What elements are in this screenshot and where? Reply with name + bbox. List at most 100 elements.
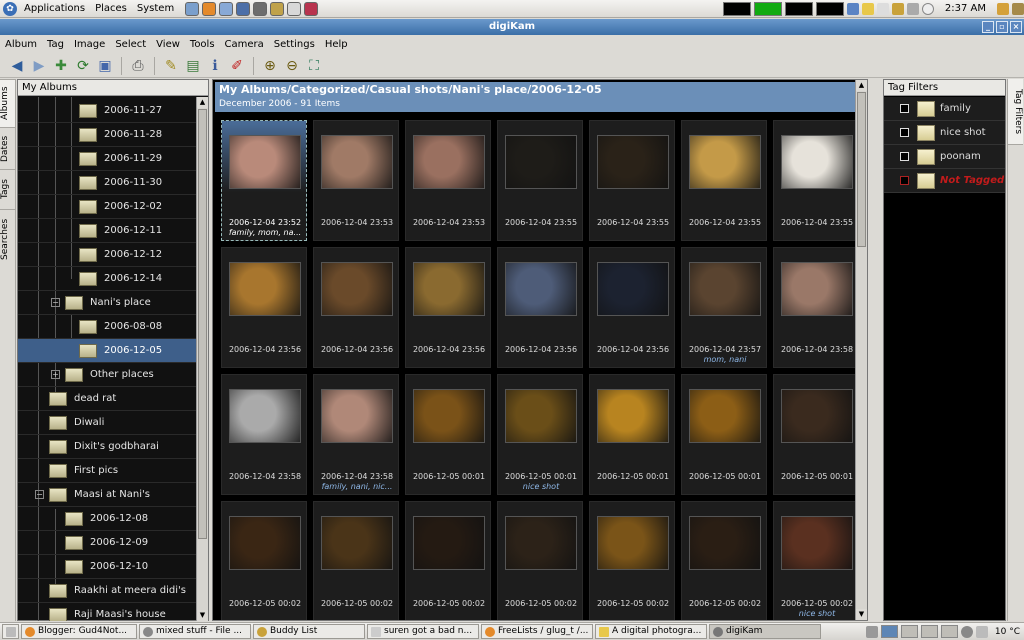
thumbnail-item[interactable]: 2006-12-05 00:01	[589, 374, 675, 495]
scroll-up-icon[interactable]: ▲	[856, 80, 867, 91]
album-item[interactable]: 2006-12-02	[18, 195, 197, 219]
screenshot-icon[interactable]	[287, 1, 302, 16]
photo-thumbnail[interactable]	[505, 389, 577, 443]
thumbnail-item[interactable]: 2006-12-05 00:02	[681, 501, 767, 620]
scrollbar-thumb[interactable]	[857, 92, 866, 247]
album-item[interactable]: − Nani's place	[18, 291, 197, 315]
thumbnail-item[interactable]: 2006-12-05 00:02	[589, 501, 675, 620]
album-item[interactable]: 2006-11-27	[18, 99, 197, 123]
photo-thumbnail[interactable]	[505, 262, 577, 316]
zoom-out-icon[interactable]: ⊖	[283, 57, 301, 75]
lock-icon[interactable]	[891, 2, 904, 15]
thumbnail-item[interactable]: 2006-12-04 23:58	[773, 247, 857, 368]
photo-thumbnail[interactable]	[413, 389, 485, 443]
thumbnail-item[interactable]: 2006-12-04 23:56	[589, 247, 675, 368]
back-icon[interactable]: ◀	[8, 57, 26, 75]
tag-checkbox[interactable]	[900, 152, 909, 161]
scroll-up-icon[interactable]: ▲	[197, 97, 208, 108]
photo-thumbnail[interactable]	[413, 516, 485, 570]
scrollbar-thumb[interactable]	[198, 109, 207, 539]
photo-thumbnail[interactable]	[597, 389, 669, 443]
package-icon[interactable]	[1012, 2, 1024, 15]
thumbnail-item[interactable]: 2006-12-04 23:57 mom, nani	[681, 247, 767, 368]
collapse-toggle[interactable]: −	[35, 490, 44, 499]
photo-thumbnail[interactable]	[413, 135, 485, 189]
photo-thumbnail[interactable]	[229, 516, 301, 570]
taskbar-item[interactable]: FreeLists / glug_t /...	[481, 624, 593, 639]
tag-filter-item[interactable]: family	[884, 97, 1005, 121]
taskbar-item[interactable]: A digital photogra...	[595, 624, 707, 639]
gnome-foot-icon[interactable]: ✿	[3, 1, 17, 16]
maximize-button[interactable]: ▫	[996, 21, 1008, 33]
refresh-icon[interactable]: ⟳	[74, 57, 92, 75]
photo-thumbnail[interactable]	[781, 135, 853, 189]
thumbnail-item[interactable]: 2006-12-04 23:56	[221, 247, 307, 368]
main-scrollbar[interactable]: ▲ ▼	[855, 80, 867, 620]
album-item[interactable]: 2006-12-08	[18, 507, 197, 531]
properties-icon[interactable]: ℹ	[206, 57, 224, 75]
taskbar-item[interactable]: suren got a bad n...	[367, 624, 479, 639]
thumbnail-item[interactable]: 2006-12-05 00:02	[313, 501, 399, 620]
photo-thumbnail[interactable]	[505, 516, 577, 570]
firefox-icon[interactable]	[202, 1, 217, 16]
tab-dates[interactable]: Dates	[0, 127, 15, 169]
taskbar-item-active[interactable]: digiKam	[709, 624, 821, 639]
thumbnail-item[interactable]: 2006-12-05 00:02	[497, 501, 583, 620]
album-item[interactable]: 2006-12-11	[18, 219, 197, 243]
photo-thumbnail[interactable]	[229, 135, 301, 189]
thumbnail-item[interactable]: 2006-12-05 00:01	[405, 374, 491, 495]
tag-checkbox[interactable]	[900, 104, 909, 113]
fullscreen-icon[interactable]: ⛶	[305, 57, 323, 75]
tag-filter-item[interactable]: nice shot	[884, 121, 1005, 145]
tab-albums[interactable]: Albums	[0, 79, 15, 127]
menu-view[interactable]: View	[151, 39, 185, 50]
user-icon[interactable]	[997, 2, 1009, 15]
menu-select[interactable]: Select	[110, 39, 151, 50]
expand-toggle[interactable]: +	[51, 370, 60, 379]
system-menu[interactable]: System	[132, 3, 179, 14]
thumbnail-item[interactable]: 2006-12-04 23:55	[497, 120, 583, 241]
menu-tag[interactable]: Tag	[42, 39, 69, 50]
album-item-selected[interactable]: 2006-12-05	[18, 339, 197, 363]
thumbnail-item[interactable]: 2006-12-04 23:55	[773, 120, 857, 241]
thumbnail-item[interactable]: 2006-12-05 00:02	[221, 501, 307, 620]
photo-thumbnail[interactable]	[597, 262, 669, 316]
photo-thumbnail[interactable]	[781, 516, 853, 570]
thumbnail-item[interactable]: 2006-12-05 00:01	[681, 374, 767, 495]
thumbnail-item[interactable]: 2006-12-04 23:56	[405, 247, 491, 368]
photo-thumbnail[interactable]	[321, 262, 393, 316]
applications-menu[interactable]: Applications	[19, 3, 90, 14]
thumbnail-item[interactable]: 2006-12-04 23:55	[589, 120, 675, 241]
tab-tags[interactable]: Tags	[0, 169, 15, 209]
album-item[interactable]: 2006-12-09	[18, 531, 197, 555]
photo-thumbnail[interactable]	[505, 135, 577, 189]
workspace-2[interactable]	[900, 625, 918, 638]
thumbnail-item[interactable]: 2006-12-05 00:02 nice shot	[773, 501, 857, 620]
menu-tools[interactable]: Tools	[185, 39, 220, 50]
lock-screen-icon[interactable]	[865, 625, 878, 638]
chat-icon[interactable]	[270, 1, 285, 16]
album-item[interactable]: − Maasi at Nani's	[18, 483, 197, 507]
collapse-toggle[interactable]: −	[51, 298, 60, 307]
photo-thumbnail[interactable]	[321, 389, 393, 443]
thumbnail-item[interactable]: 2006-12-04 23:56	[497, 247, 583, 368]
photo-thumbnail[interactable]	[781, 389, 853, 443]
notes-icon[interactable]	[861, 2, 874, 15]
network-icon[interactable]	[185, 1, 200, 16]
tab-tag-filters[interactable]: Tag Filters	[1008, 79, 1023, 145]
album-item[interactable]: First pics	[18, 459, 197, 483]
photo-thumbnail[interactable]	[689, 516, 761, 570]
album-item[interactable]: Raji Maasi's house	[18, 603, 197, 621]
photo-thumbnail[interactable]	[229, 262, 301, 316]
thumbnail-item-selected[interactable]: 2006-12-04 23:52 family, mom, na...	[221, 120, 307, 241]
workspace-1[interactable]	[880, 625, 898, 638]
mail-icon[interactable]	[876, 2, 889, 15]
photo-thumbnail[interactable]	[413, 262, 485, 316]
photo-thumbnail[interactable]	[781, 262, 853, 316]
menu-album[interactable]: Album	[0, 39, 42, 50]
photo-thumbnail[interactable]	[597, 135, 669, 189]
tag-checkbox[interactable]	[900, 128, 909, 137]
taskbar-item[interactable]: Buddy List	[253, 624, 365, 639]
photo-thumbnail[interactable]	[689, 135, 761, 189]
photo-thumbnail[interactable]	[321, 516, 393, 570]
